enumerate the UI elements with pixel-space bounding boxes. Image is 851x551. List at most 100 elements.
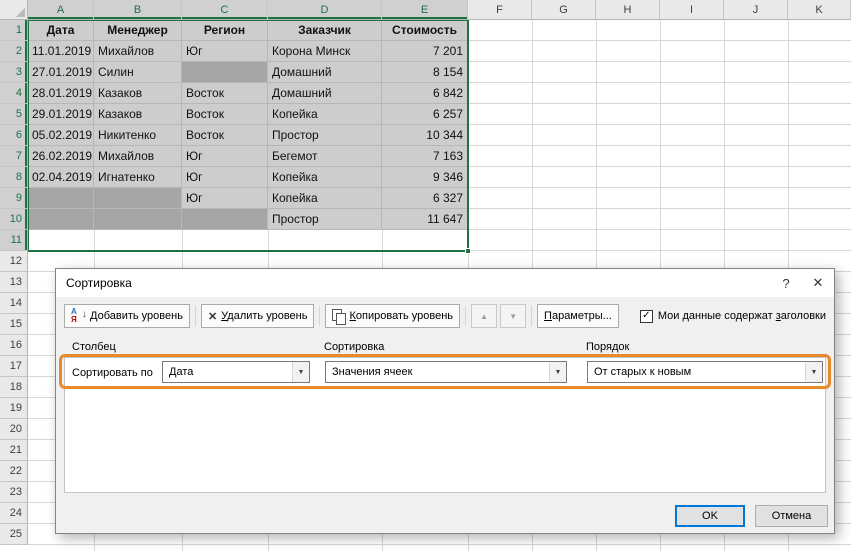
ok-button[interactable]: OK (675, 505, 745, 527)
row-header-25[interactable]: 25 (0, 524, 28, 545)
cell-E1[interactable]: Стоимость (382, 20, 468, 41)
options-button[interactable]: Параметры... (537, 304, 619, 328)
cell-E3[interactable]: 8 154 (382, 62, 468, 83)
cell-D1[interactable]: Заказчик (268, 20, 382, 41)
copy-level-button[interactable]: Копировать уровень (325, 304, 460, 328)
cell-E5[interactable]: 6 257 (382, 104, 468, 125)
row-header-2[interactable]: 2 (0, 41, 28, 62)
cell-C6[interactable]: Восток (182, 125, 268, 146)
headers-checkbox-label[interactable]: Мои данные содержат заголовки (658, 310, 826, 322)
row-header-10[interactable]: 10 (0, 209, 28, 230)
column-header-H[interactable]: H (596, 0, 660, 20)
cell-C8[interactable]: Юг (182, 167, 268, 188)
cell-C5[interactable]: Восток (182, 104, 268, 125)
row-header-20[interactable]: 20 (0, 419, 28, 440)
cell-A2[interactable]: 11.01.2019 (28, 41, 94, 62)
cell-B8[interactable]: Игнатенко (94, 167, 182, 188)
cell-B6[interactable]: Никитенко (94, 125, 182, 146)
column-header-K[interactable]: K (788, 0, 851, 20)
cell-D9[interactable]: Копейка (268, 188, 382, 209)
column-header-C[interactable]: C (182, 0, 268, 20)
column-header-A[interactable]: A (28, 0, 94, 20)
cell-E6[interactable]: 10 344 (382, 125, 468, 146)
cell-C9[interactable]: Юг (182, 188, 268, 209)
column-header-I[interactable]: I (660, 0, 724, 20)
cell-A5[interactable]: 29.01.2019 (28, 104, 94, 125)
help-icon[interactable]: ? (770, 269, 802, 297)
row-header-13[interactable]: 13 (0, 272, 28, 293)
column-header-J[interactable]: J (724, 0, 788, 20)
cell-C2[interactable]: Юг (182, 41, 268, 62)
cell-D4[interactable]: Домашний (268, 83, 382, 104)
row-header-8[interactable]: 8 (0, 167, 28, 188)
cell-B10[interactable] (94, 209, 182, 230)
row-header-22[interactable]: 22 (0, 461, 28, 482)
cell-C3[interactable] (182, 62, 268, 83)
cell-D10[interactable]: Простор (268, 209, 382, 230)
row-header-21[interactable]: 21 (0, 440, 28, 461)
row-header-4[interactable]: 4 (0, 83, 28, 104)
checkbox-checked-icon[interactable]: ✓ (640, 310, 653, 323)
column-header-D[interactable]: D (268, 0, 382, 20)
cell-A3[interactable]: 27.01.2019 (28, 62, 94, 83)
row-header-6[interactable]: 6 (0, 125, 28, 146)
cell-D8[interactable]: Копейка (268, 167, 382, 188)
sort-on-dropdown[interactable]: Значения ячеек ▼ (325, 361, 567, 383)
row-header-9[interactable]: 9 (0, 188, 28, 209)
cell-D6[interactable]: Простор (268, 125, 382, 146)
cell-E7[interactable]: 7 163 (382, 146, 468, 167)
cell-D3[interactable]: Домашний (268, 62, 382, 83)
cell-A8[interactable]: 02.04.2019 (28, 167, 94, 188)
cell-D5[interactable]: Копейка (268, 104, 382, 125)
cell-B3[interactable]: Силин (94, 62, 182, 83)
cell-B1[interactable]: Менеджер (94, 20, 182, 41)
move-level-up-button[interactable]: ▲ (471, 304, 497, 328)
fill-handle[interactable] (465, 248, 471, 254)
column-header-F[interactable]: F (468, 0, 532, 20)
delete-level-button[interactable]: ✕ Удалить уровень (201, 304, 315, 328)
column-header-B[interactable]: B (94, 0, 182, 20)
cell-A6[interactable]: 05.02.2019 (28, 125, 94, 146)
cell-A1[interactable]: Дата (28, 20, 94, 41)
row-header-24[interactable]: 24 (0, 503, 28, 524)
cell-A10[interactable] (28, 209, 94, 230)
row-header-19[interactable]: 19 (0, 398, 28, 419)
row-header-5[interactable]: 5 (0, 104, 28, 125)
cell-D7[interactable]: Бегемот (268, 146, 382, 167)
cell-C1[interactable]: Регион (182, 20, 268, 41)
row-header-3[interactable]: 3 (0, 62, 28, 83)
row-header-16[interactable]: 16 (0, 335, 28, 356)
close-icon[interactable]: ✕ (802, 269, 834, 297)
sort-column-dropdown[interactable]: Дата ▼ (162, 361, 310, 383)
row-header-18[interactable]: 18 (0, 377, 28, 398)
cell-E9[interactable]: 6 327 (382, 188, 468, 209)
row-header-15[interactable]: 15 (0, 314, 28, 335)
cell-B2[interactable]: Михайлов (94, 41, 182, 62)
cell-D2[interactable]: Корона Минск (268, 41, 382, 62)
row-header-1[interactable]: 1 (0, 20, 28, 41)
cell-C7[interactable]: Юг (182, 146, 268, 167)
headers-checkbox-group[interactable]: ✓ Мои данные содержат заголовки (640, 310, 826, 323)
cell-A4[interactable]: 28.01.2019 (28, 83, 94, 104)
cell-A9[interactable] (28, 188, 94, 209)
move-level-down-button[interactable]: ▼ (500, 304, 526, 328)
sort-order-dropdown[interactable]: От старых к новым ▼ (587, 361, 823, 383)
cell-E8[interactable]: 9 346 (382, 167, 468, 188)
row-header-7[interactable]: 7 (0, 146, 28, 167)
cell-C4[interactable]: Восток (182, 83, 268, 104)
row-header-23[interactable]: 23 (0, 482, 28, 503)
cell-C10[interactable] (182, 209, 268, 230)
cancel-button[interactable]: Отмена (755, 505, 828, 527)
dialog-titlebar[interactable]: Сортировка ? ✕ (56, 269, 834, 297)
row-header-11[interactable]: 11 (0, 230, 28, 251)
column-header-G[interactable]: G (532, 0, 596, 20)
cell-E4[interactable]: 6 842 (382, 83, 468, 104)
row-header-14[interactable]: 14 (0, 293, 28, 314)
cell-E2[interactable]: 7 201 (382, 41, 468, 62)
cell-E10[interactable]: 11 647 (382, 209, 468, 230)
column-header-E[interactable]: E (382, 0, 468, 20)
cell-A7[interactable]: 26.02.2019 (28, 146, 94, 167)
cell-B7[interactable]: Михайлов (94, 146, 182, 167)
add-level-button[interactable]: А Я ↓ Добавить уровень (64, 304, 190, 328)
select-all-corner[interactable] (0, 0, 28, 20)
